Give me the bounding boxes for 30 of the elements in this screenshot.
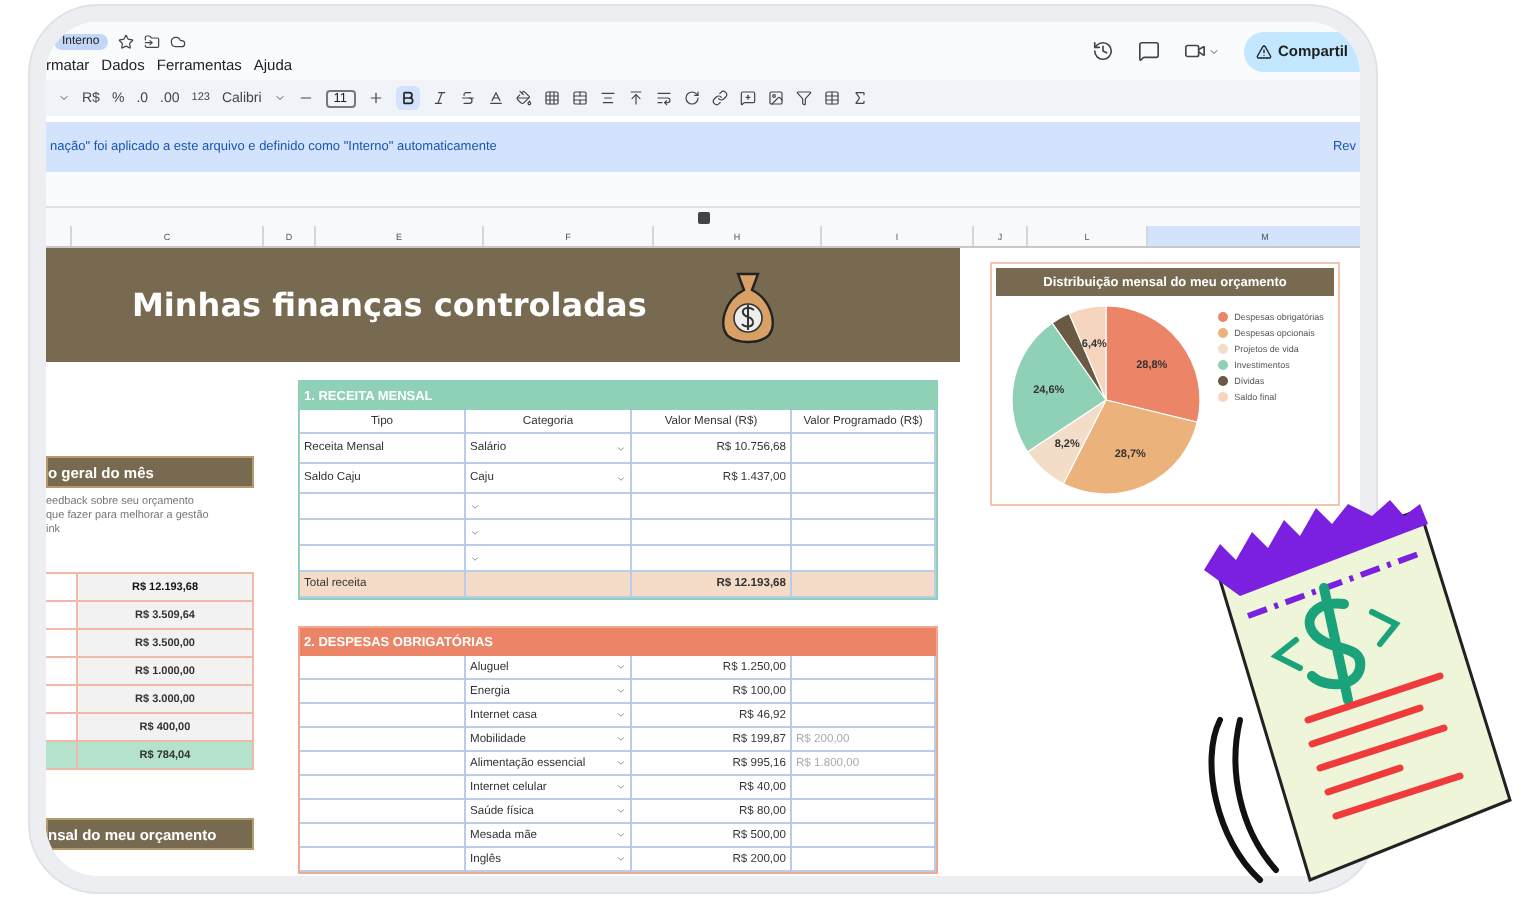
warning-icon xyxy=(1255,43,1272,59)
functions-icon[interactable] xyxy=(851,90,868,106)
cloud-icon[interactable] xyxy=(169,34,186,50)
add-comment-icon[interactable] xyxy=(739,90,756,106)
dropdown-cell[interactable] xyxy=(466,546,632,572)
align-icon[interactable] xyxy=(599,90,616,106)
paint-bucket-icon[interactable] xyxy=(515,90,532,106)
merge-cells-icon[interactable] xyxy=(571,90,588,106)
history-icon[interactable] xyxy=(1091,40,1114,62)
rotate-text-icon[interactable] xyxy=(683,90,700,106)
table-icon[interactable] xyxy=(823,90,840,106)
plus-icon[interactable] xyxy=(367,90,384,106)
comment-icon[interactable] xyxy=(1137,40,1160,62)
dropdown-cell[interactable] xyxy=(466,520,632,546)
borders-icon[interactable] xyxy=(543,90,560,106)
bold-icon xyxy=(399,90,416,106)
wrap-text-icon[interactable] xyxy=(655,90,672,106)
link-icon[interactable] xyxy=(711,90,728,106)
italic-icon[interactable] xyxy=(431,90,448,106)
image-icon[interactable] xyxy=(767,90,784,106)
text-color-icon[interactable] xyxy=(487,90,504,106)
filter-icon[interactable] xyxy=(795,90,812,106)
bold-button[interactable] xyxy=(395,86,420,110)
dropdown-cell[interactable] xyxy=(466,494,632,520)
strikethrough-icon[interactable] xyxy=(459,90,476,106)
sheet-title: Minhas finanças controladas xyxy=(132,286,647,324)
vertical-align-icon[interactable] xyxy=(627,90,644,106)
star-icon[interactable] xyxy=(117,34,134,50)
video-icon[interactable] xyxy=(1183,40,1206,62)
folder-icon[interactable] xyxy=(143,34,160,50)
